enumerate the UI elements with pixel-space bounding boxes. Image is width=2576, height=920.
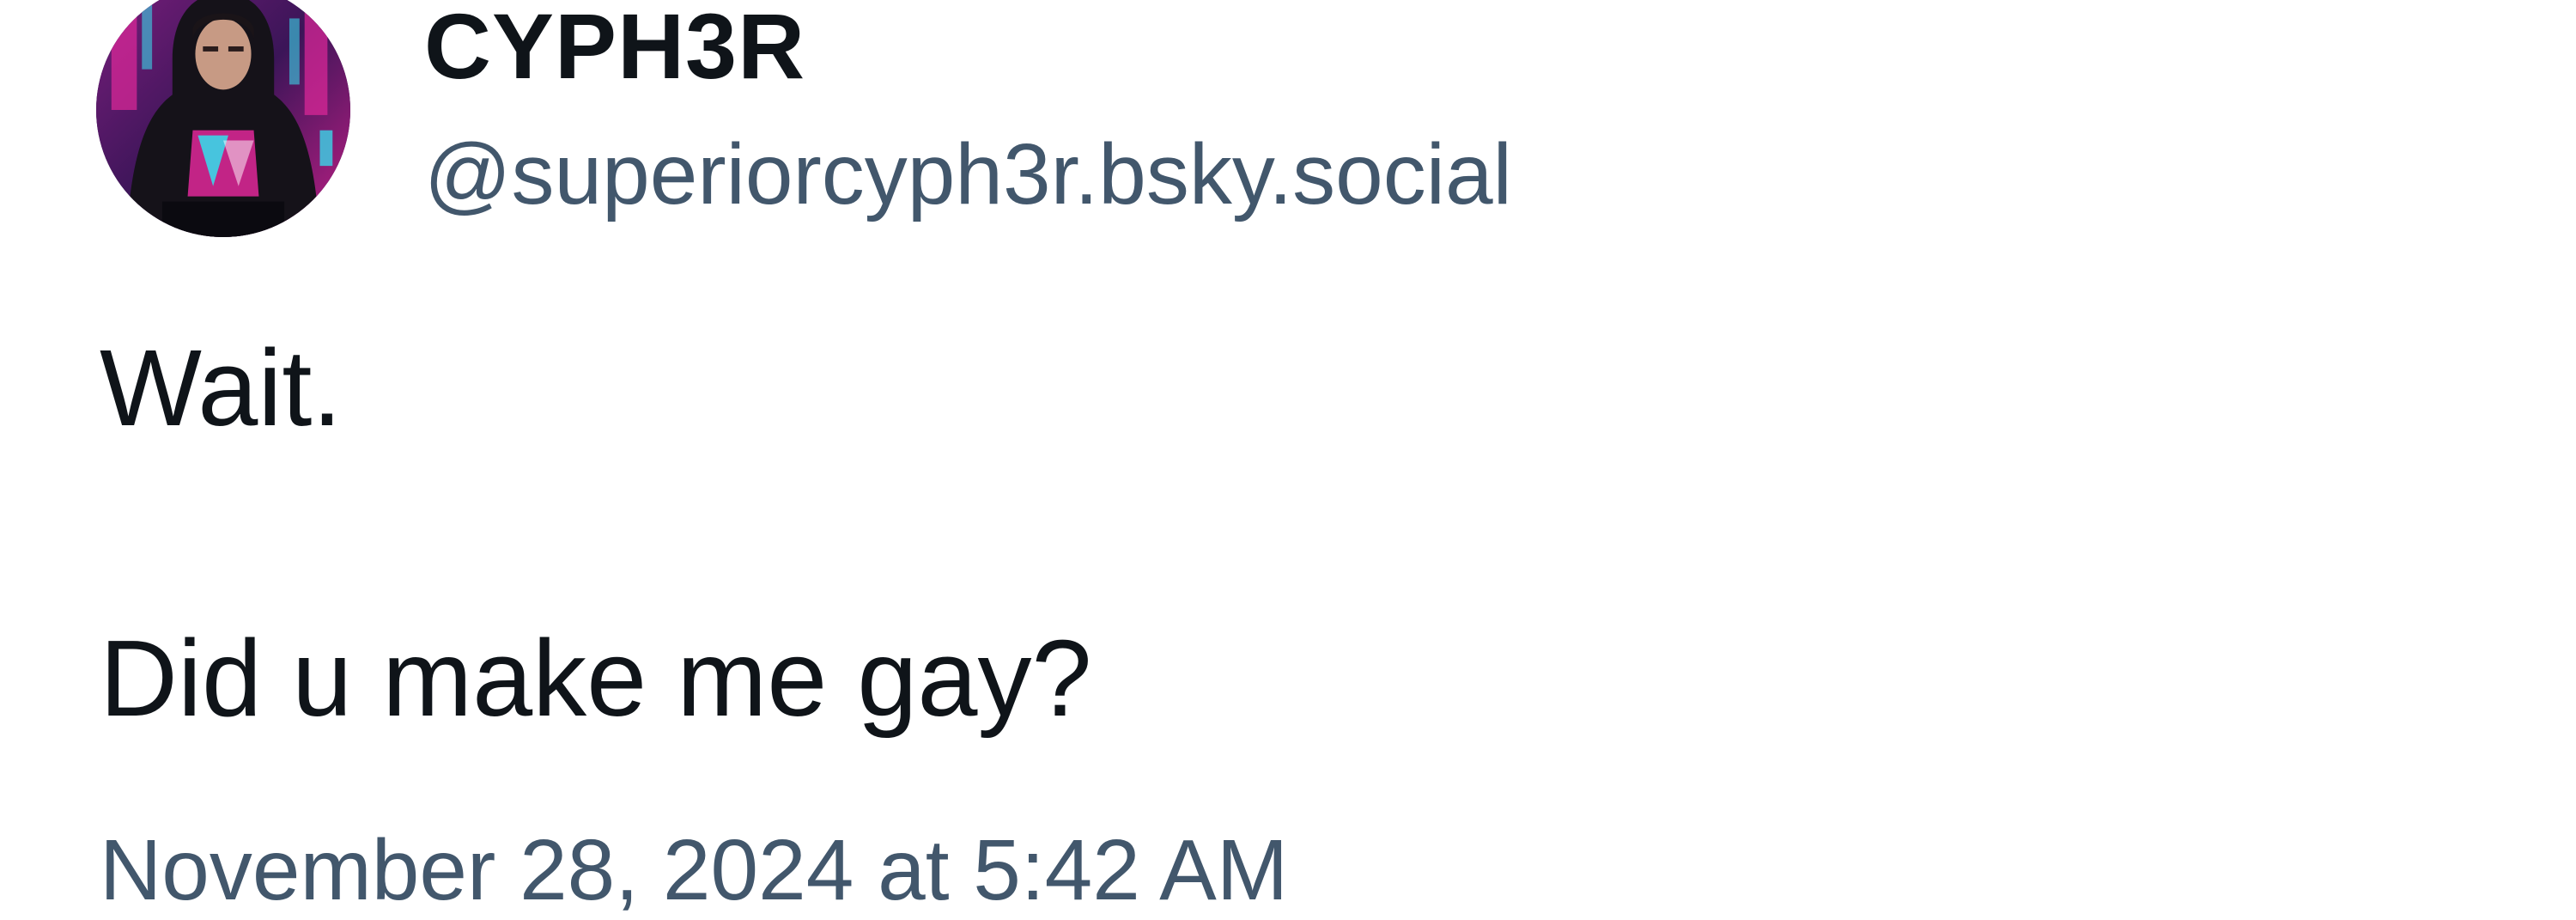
avatar[interactable] bbox=[96, 0, 350, 237]
post-card: CYPH3R @superiorcyph3r.bsky.social Wait.… bbox=[0, 0, 2576, 918]
author-handle[interactable]: @superiorcyph3r.bsky.social bbox=[424, 125, 1512, 224]
post-timestamp[interactable]: November 28, 2024 at 5:42 AM bbox=[100, 821, 1288, 920]
post-text-line: Did u make me gay? bbox=[100, 618, 1092, 739]
avatar-hooded-figure-icon bbox=[96, 0, 350, 237]
post-text-line: Wait. bbox=[100, 327, 343, 448]
author-display-name[interactable]: CYPH3R bbox=[424, 0, 805, 100]
